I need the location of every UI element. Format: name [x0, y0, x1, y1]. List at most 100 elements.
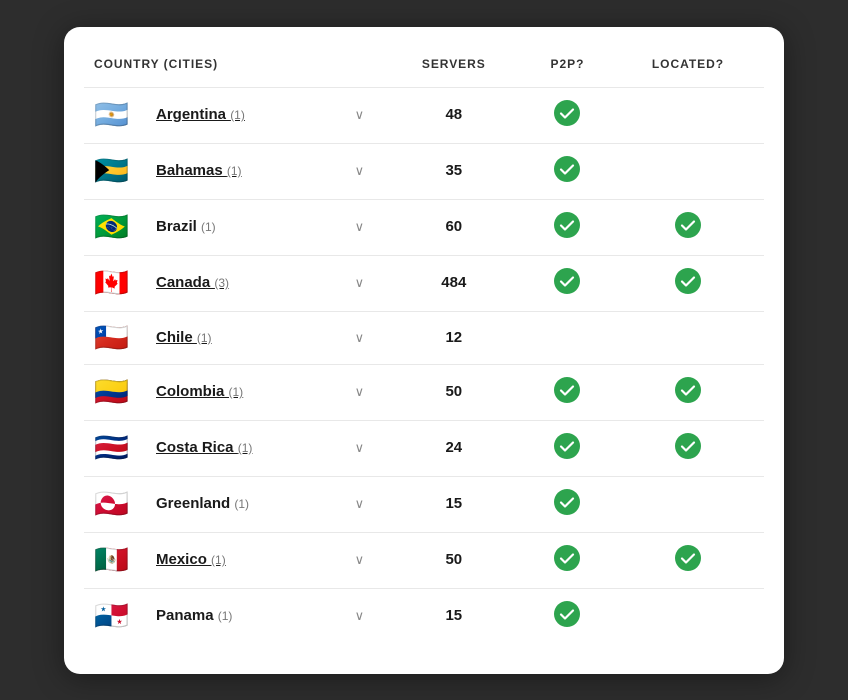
p2p-check-brazil	[554, 212, 580, 238]
chevron-icon-panama[interactable]: ∨	[355, 608, 365, 623]
located-cell-bahamas	[612, 143, 764, 199]
flag-cell-panama: 🇵🇦	[84, 588, 136, 644]
servers-cell-colombia: 50	[385, 364, 523, 420]
p2p-check-argentina	[554, 100, 580, 126]
table-row: 🇲🇽 Mexico (1) ∨ 50	[84, 532, 764, 588]
p2p-cell-colombia	[523, 364, 612, 420]
country-cell-colombia: Colombia (1)	[136, 364, 345, 420]
chevron-cell-mexico[interactable]: ∨	[345, 532, 385, 588]
located-check-mexico	[675, 545, 701, 571]
table-row: 🇦🇷 Argentina (1) ∨ 48	[84, 87, 764, 143]
chevron-icon-bahamas[interactable]: ∨	[355, 163, 365, 178]
p2p-cell-brazil	[523, 199, 612, 255]
country-cell-chile: Chile (1)	[136, 311, 345, 364]
p2p-check-costarica	[554, 433, 580, 459]
country-cell-panama: Panama (1)	[136, 588, 345, 644]
chevron-icon-greenland[interactable]: ∨	[355, 496, 365, 511]
p2p-check-mexico	[554, 545, 580, 571]
country-name-greenland: Greenland (1)	[156, 495, 249, 512]
table-row: 🇵🇦 Panama (1) ∨ 15	[84, 588, 764, 644]
p2p-check-colombia	[554, 377, 580, 403]
chevron-cell-chile[interactable]: ∨	[345, 311, 385, 364]
located-cell-colombia	[612, 364, 764, 420]
flag-cell-bahamas: 🇧🇸	[84, 143, 136, 199]
country-name-panama: Panama (1)	[156, 607, 232, 624]
servers-cell-canada: 484	[385, 255, 523, 311]
header-expand	[345, 57, 385, 88]
located-cell-brazil	[612, 199, 764, 255]
table-row: 🇬🇱 Greenland (1) ∨ 15	[84, 476, 764, 532]
flag-cell-argentina: 🇦🇷	[84, 87, 136, 143]
header-located: Located?	[612, 57, 764, 88]
located-check-canada	[675, 268, 701, 294]
located-cell-mexico	[612, 532, 764, 588]
servers-count-colombia: 50	[445, 383, 462, 400]
chevron-cell-panama[interactable]: ∨	[345, 588, 385, 644]
table-row: 🇨🇷 Costa Rica (1) ∨ 24	[84, 420, 764, 476]
header-country: Country (Cities)	[84, 57, 345, 88]
p2p-cell-greenland	[523, 476, 612, 532]
p2p-cell-panama	[523, 588, 612, 644]
servers-cell-costarica: 24	[385, 420, 523, 476]
country-cell-argentina: Argentina (1)	[136, 87, 345, 143]
p2p-cell-argentina	[523, 87, 612, 143]
chevron-cell-greenland[interactable]: ∨	[345, 476, 385, 532]
flag-cell-costarica: 🇨🇷	[84, 420, 136, 476]
table-container: Country (Cities) Servers P2P? Located?	[84, 57, 764, 644]
country-name-canada[interactable]: Canada (3)	[156, 274, 229, 291]
located-cell-greenland	[612, 476, 764, 532]
flag-cell-mexico: 🇲🇽	[84, 532, 136, 588]
main-card: Country (Cities) Servers P2P? Located?	[64, 27, 784, 674]
chevron-cell-costarica[interactable]: ∨	[345, 420, 385, 476]
flag-cell-greenland: 🇬🇱	[84, 476, 136, 532]
country-cell-brazil: Brazil (1)	[136, 199, 345, 255]
chevron-icon-canada[interactable]: ∨	[355, 275, 365, 290]
chevron-cell-canada[interactable]: ∨	[345, 255, 385, 311]
p2p-cell-chile	[523, 311, 612, 364]
flag-cell-brazil: 🇧🇷	[84, 199, 136, 255]
chevron-icon-costarica[interactable]: ∨	[355, 440, 365, 455]
p2p-cell-canada	[523, 255, 612, 311]
located-cell-panama	[612, 588, 764, 644]
chevron-cell-colombia[interactable]: ∨	[345, 364, 385, 420]
chevron-cell-brazil[interactable]: ∨	[345, 199, 385, 255]
chevron-icon-colombia[interactable]: ∨	[355, 384, 365, 399]
located-check-costarica	[675, 433, 701, 459]
country-name-argentina[interactable]: Argentina (1)	[156, 106, 245, 123]
country-cell-bahamas: Bahamas (1)	[136, 143, 345, 199]
p2p-cell-mexico	[523, 532, 612, 588]
servers-count-mexico: 50	[445, 551, 462, 568]
servers-count-argentina: 48	[445, 106, 462, 123]
chevron-cell-argentina[interactable]: ∨	[345, 87, 385, 143]
chevron-icon-brazil[interactable]: ∨	[355, 219, 365, 234]
located-cell-canada	[612, 255, 764, 311]
located-cell-costarica	[612, 420, 764, 476]
chevron-icon-argentina[interactable]: ∨	[355, 107, 365, 122]
header-p2p: P2P?	[523, 57, 612, 88]
country-name-costarica[interactable]: Costa Rica (1)	[156, 439, 252, 456]
country-cell-canada: Canada (3)	[136, 255, 345, 311]
servers-count-chile: 12	[445, 329, 462, 346]
servers-cell-brazil: 60	[385, 199, 523, 255]
country-name-mexico[interactable]: Mexico (1)	[156, 551, 226, 568]
country-name-bahamas[interactable]: Bahamas (1)	[156, 162, 242, 179]
chevron-icon-mexico[interactable]: ∨	[355, 552, 365, 567]
chevron-icon-chile[interactable]: ∨	[355, 330, 365, 345]
table-row: 🇧🇷 Brazil (1) ∨ 60	[84, 199, 764, 255]
header-servers: Servers	[385, 57, 523, 88]
servers-cell-mexico: 50	[385, 532, 523, 588]
chevron-cell-bahamas[interactable]: ∨	[345, 143, 385, 199]
servers-count-bahamas: 35	[445, 162, 462, 179]
servers-cell-bahamas: 35	[385, 143, 523, 199]
country-name-chile[interactable]: Chile (1)	[156, 329, 212, 346]
country-name-colombia[interactable]: Colombia (1)	[156, 383, 243, 400]
country-name-brazil: Brazil (1)	[156, 218, 216, 235]
p2p-cell-bahamas	[523, 143, 612, 199]
servers-count-costarica: 24	[445, 439, 462, 456]
servers-count-brazil: 60	[445, 218, 462, 235]
p2p-check-panama	[554, 601, 580, 627]
flag-cell-chile: 🇨🇱	[84, 311, 136, 364]
table-row: 🇨🇦 Canada (3) ∨ 484	[84, 255, 764, 311]
servers-cell-panama: 15	[385, 588, 523, 644]
located-cell-argentina	[612, 87, 764, 143]
